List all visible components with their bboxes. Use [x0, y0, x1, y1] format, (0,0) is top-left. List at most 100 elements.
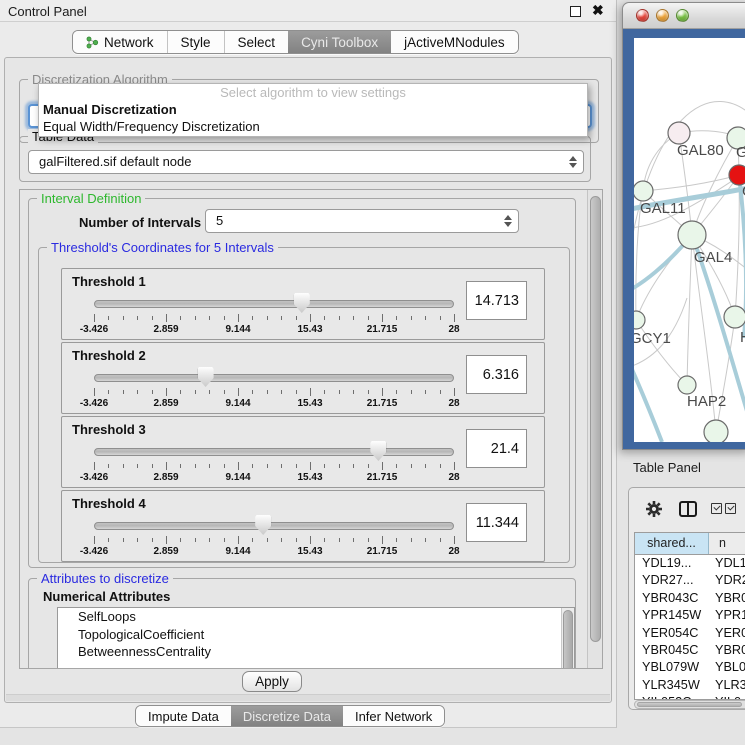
tab-style[interactable]: Style — [167, 31, 224, 53]
threshold-slider[interactable] — [94, 300, 454, 308]
table-row[interactable]: YLR345WYLR3 — [635, 677, 745, 694]
cell-name[interactable]: YBL0 — [709, 659, 745, 676]
tab-impute-data[interactable]: Impute Data — [136, 706, 231, 726]
tab-select[interactable]: Select — [224, 31, 289, 53]
mac-zoom-icon[interactable] — [676, 9, 689, 22]
attribute-item[interactable]: TopologicalCoefficient — [58, 626, 574, 644]
popup-item-equal-width-frequency[interactable]: Equal Width/Frequency Discretization — [39, 118, 587, 135]
mac-close-icon[interactable] — [636, 9, 649, 22]
cell-shared-name[interactable]: YBR043C — [635, 590, 709, 607]
table-row[interactable]: YDL19...YDL1 — [635, 555, 745, 572]
network-node[interactable] — [634, 181, 653, 201]
scrollbar-thumb[interactable] — [637, 702, 742, 707]
tick-mark — [166, 314, 167, 322]
network-edge — [643, 175, 739, 191]
slider-track[interactable] — [94, 522, 454, 530]
number-of-intervals-combobox[interactable]: 5 — [205, 209, 519, 233]
tick-mark — [195, 390, 196, 394]
cell-shared-name[interactable]: YBR045C — [635, 642, 709, 659]
axis-tick-label: 9.144 — [225, 324, 250, 335]
cell-shared-name[interactable]: YLR345W — [635, 677, 709, 694]
tick-mark — [94, 388, 95, 396]
slider-handle-icon[interactable] — [294, 293, 310, 313]
cell-name[interactable]: YPR1 — [709, 607, 745, 624]
popup-placeholder-item[interactable]: Select algorithm to view settings — [39, 84, 587, 101]
slider-handle-icon[interactable] — [198, 367, 214, 387]
cell-shared-name[interactable]: YDL19... — [635, 555, 709, 572]
select-columns-icon[interactable] — [711, 503, 722, 514]
scrollbar-thumb[interactable] — [590, 196, 601, 642]
cell-shared-name[interactable]: YDR27... — [635, 572, 709, 589]
cell-name[interactable]: YLR3 — [709, 677, 745, 694]
attribute-item[interactable]: SelfLoops — [58, 608, 574, 626]
float-window-icon[interactable] — [570, 6, 581, 17]
scrollbar-thumb[interactable] — [563, 610, 573, 669]
tick-mark — [252, 538, 253, 542]
network-node[interactable] — [704, 420, 728, 442]
cell-name[interactable]: YDL1 — [709, 555, 745, 572]
network-node[interactable] — [678, 221, 706, 249]
threshold-slider[interactable] — [94, 448, 454, 456]
table-row[interactable]: YBR045CYBR0 — [635, 642, 745, 659]
tab-discretize-data[interactable]: Discretize Data — [231, 706, 343, 726]
slider-handle-icon[interactable] — [370, 441, 386, 461]
column-header-shared-name[interactable]: shared... — [635, 533, 709, 554]
attributes-list-scrollbar[interactable] — [561, 608, 574, 669]
network-window-titlebar[interactable] — [623, 3, 745, 29]
table-row[interactable]: YDR27...YDR2 — [635, 572, 745, 589]
apply-button[interactable]: Apply — [242, 671, 302, 692]
network-node[interactable] — [678, 376, 696, 394]
network-node[interactable] — [668, 122, 690, 144]
threshold-slider[interactable] — [94, 374, 454, 382]
cell-shared-name[interactable]: YBL079W — [635, 659, 709, 676]
threshold-value-field[interactable] — [466, 503, 527, 542]
tab-infer-network[interactable]: Infer Network — [343, 706, 444, 726]
popup-item-manual-discretization[interactable]: Manual Discretization — [39, 101, 587, 118]
slider-handle-icon[interactable] — [255, 515, 271, 535]
network-view-window: GAL80GACGAL11GAL4GCY1HHAP2 — [622, 2, 745, 450]
slider-track[interactable] — [94, 374, 454, 382]
table-row[interactable]: YBR043CYBR0 — [635, 590, 745, 607]
numerical-attributes-list[interactable]: SelfLoops TopologicalCoefficient Between… — [57, 607, 575, 669]
network-node[interactable] — [729, 165, 745, 185]
column-layout-icon[interactable] — [679, 501, 697, 517]
cell-shared-name[interactable]: YPR145W — [635, 607, 709, 624]
threshold-value-field[interactable] — [466, 429, 527, 468]
tick-mark — [324, 538, 325, 542]
network-node[interactable] — [724, 306, 745, 328]
node-table[interactable]: shared... n YDL19...YDL1YDR27...YDR2YBR0… — [634, 532, 745, 700]
settings-vertical-scrollbar[interactable] — [587, 190, 602, 668]
cell-name[interactable]: YER0 — [709, 625, 745, 642]
tab-jactivemnodules[interactable]: jActiveMNodules — [391, 31, 518, 53]
slider-track[interactable] — [94, 448, 454, 456]
column-header-name[interactable]: n — [709, 533, 745, 554]
tab-cyni-toolbox[interactable]: Cyni Toolbox — [288, 31, 391, 53]
select-columns-icon[interactable] — [725, 503, 736, 514]
table-row[interactable]: YER054CYER0 — [635, 625, 745, 642]
table-data-combobox[interactable]: galFiltered.sif default node — [28, 150, 584, 174]
threshold-value-field[interactable] — [466, 281, 527, 320]
network-canvas[interactable]: GAL80GACGAL11GAL4GCY1HHAP2 — [634, 38, 745, 442]
slider-track[interactable] — [94, 300, 454, 308]
axis-tick-label: 2.859 — [153, 398, 178, 409]
cell-shared-name[interactable]: YER054C — [635, 625, 709, 642]
cell-name[interactable]: YBR0 — [709, 642, 745, 659]
threshold-value-field[interactable] — [466, 355, 527, 394]
attribute-item[interactable]: BetweennessCentrality — [58, 643, 574, 661]
table-row[interactable]: YPR145WYPR1 — [635, 607, 745, 624]
close-icon[interactable]: ✖ — [592, 2, 604, 19]
network-edge-thick — [634, 356, 662, 442]
panel-bottom-band — [6, 694, 610, 701]
table-row[interactable]: YBL079WYBL0 — [635, 659, 745, 676]
axis-tick-label: -3.426 — [80, 398, 108, 409]
cell-name[interactable]: YDR2 — [709, 572, 745, 589]
gear-icon[interactable] — [645, 500, 663, 518]
threshold-slider[interactable] — [94, 522, 454, 530]
tab-network[interactable]: Network — [73, 31, 167, 53]
tick-mark — [252, 464, 253, 468]
table-horizontal-scrollbar[interactable] — [634, 700, 745, 709]
network-node[interactable] — [634, 311, 645, 329]
mac-minimize-icon[interactable] — [656, 9, 669, 22]
cell-name[interactable]: YBR0 — [709, 590, 745, 607]
tick-mark — [267, 316, 268, 320]
